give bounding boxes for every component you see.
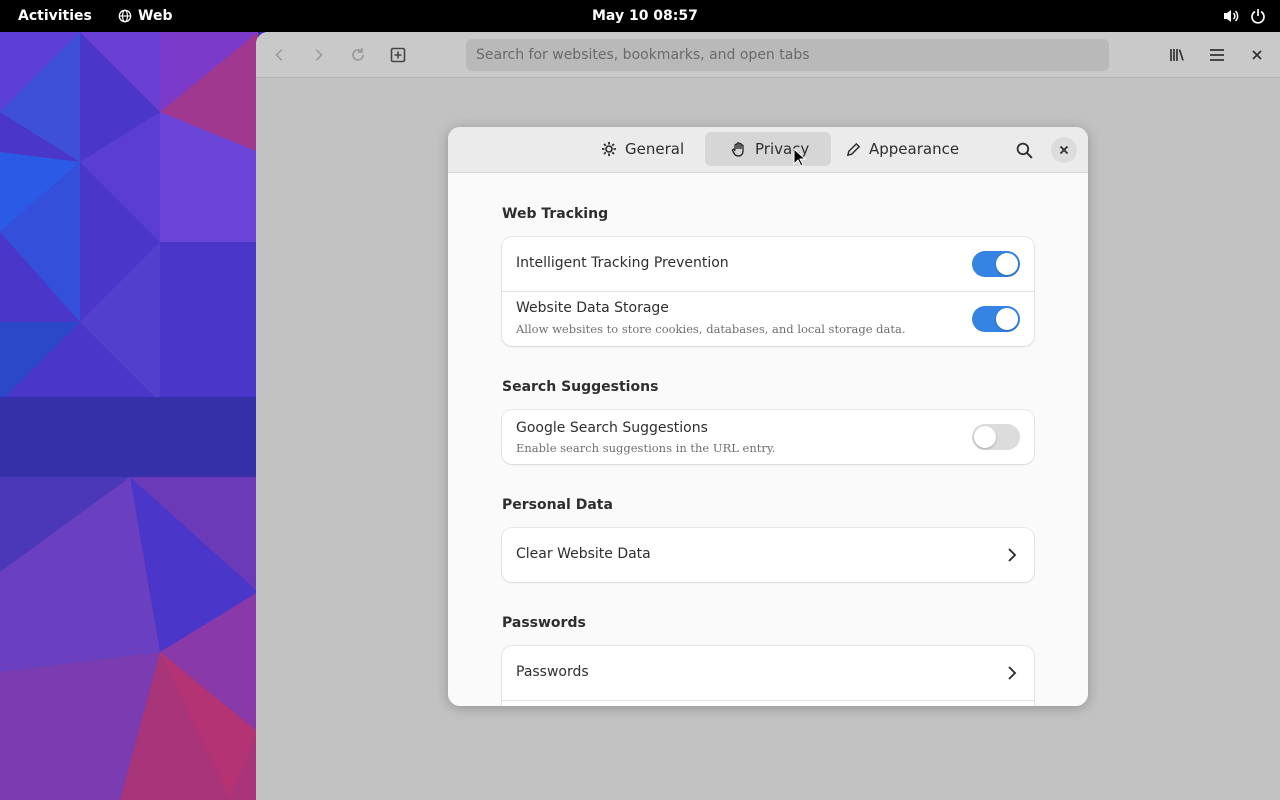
url-bar[interactable]: Search for websites, bookmarks, and open… (466, 39, 1109, 71)
switch-knob (974, 426, 996, 448)
close-icon (1252, 50, 1262, 60)
back-button[interactable] (263, 40, 297, 70)
pencil-icon (846, 142, 861, 156)
tab-privacy[interactable]: Privacy (705, 132, 831, 166)
row-divider (502, 700, 1034, 701)
app-name: Web (138, 8, 173, 24)
row-google-search-suggestions[interactable]: Google Search Suggestions Enable search … (502, 410, 1034, 464)
volume-icon (1224, 10, 1239, 22)
url-placeholder: Search for websites, bookmarks, and open… (476, 47, 810, 63)
switch-knob (996, 308, 1018, 330)
forward-icon (315, 49, 323, 61)
row-title: Clear Website Data (516, 546, 651, 562)
power-icon (1251, 9, 1265, 24)
top-bar: Activities Web May 10 08:57 (0, 0, 1280, 32)
row-intelligent-tracking-prevention[interactable]: Intelligent Tracking Prevention (502, 237, 1034, 291)
chevron-right-icon (1008, 548, 1017, 562)
website-data-storage-switch[interactable] (972, 306, 1020, 332)
library-button[interactable] (1160, 40, 1194, 70)
search-suggestions-card: Google Search Suggestions Enable search … (502, 410, 1034, 464)
mouse-cursor-icon (793, 148, 807, 167)
preferences-dialog: General Privacy Appearance Web Tracking … (448, 127, 1088, 706)
tab-general[interactable]: General (591, 132, 694, 166)
hand-icon (731, 142, 744, 157)
row-title: Google Search Suggestions (516, 420, 708, 436)
personal-data-card: Clear Website Data (502, 528, 1034, 582)
dialog-close-button[interactable] (1051, 137, 1077, 163)
row-website-data-storage[interactable]: Website Data Storage Allow websites to s… (502, 292, 1034, 346)
row-passwords[interactable]: Passwords (502, 646, 1034, 700)
activities-button[interactable]: Activities (8, 0, 102, 32)
dialog-header: General Privacy Appearance (448, 127, 1088, 173)
chevron-right-icon (1008, 666, 1017, 680)
app-menu[interactable]: Web (108, 0, 182, 32)
browser-headerbar: Search for websites, bookmarks, and open… (256, 32, 1280, 78)
reload-icon (352, 48, 364, 61)
forward-button[interactable] (301, 40, 335, 70)
section-title-personal-data: Personal Data (502, 497, 613, 513)
tab-general-label: General (625, 140, 685, 158)
menu-icon (1210, 49, 1224, 61)
close-icon (1059, 145, 1069, 155)
row-clear-website-data[interactable]: Clear Website Data (502, 528, 1034, 582)
clock[interactable]: May 10 08:57 (580, 0, 710, 32)
globe-icon (118, 9, 132, 23)
system-menu[interactable] (1216, 0, 1272, 32)
reload-button[interactable] (341, 40, 375, 70)
preferences-search-button[interactable] (1008, 135, 1040, 165)
desktop-wallpaper (0, 32, 258, 800)
section-title-search-suggestions: Search Suggestions (502, 379, 659, 395)
section-title-web-tracking: Web Tracking (502, 206, 609, 222)
back-icon (275, 49, 283, 61)
search-icon (1016, 142, 1033, 159)
new-tab-icon (390, 47, 406, 63)
switch-knob (996, 253, 1018, 275)
preferences-content: Web Tracking Intelligent Tracking Preven… (448, 173, 1088, 706)
intelligent-tracking-switch[interactable] (972, 251, 1020, 277)
section-title-passwords: Passwords (502, 615, 586, 631)
main-menu-button[interactable] (1200, 40, 1234, 70)
row-title: Website Data Storage (516, 300, 669, 316)
row-subtitle: Allow websites to store cookies, databas… (516, 322, 906, 336)
web-tracking-card: Intelligent Tracking Prevention Website … (502, 237, 1034, 346)
row-subtitle: Enable search suggestions in the URL ent… (516, 441, 776, 455)
new-tab-button[interactable] (381, 40, 415, 70)
tab-appearance-label: Appearance (869, 140, 960, 158)
google-search-suggestions-switch[interactable] (972, 424, 1020, 450)
window-close-button[interactable] (1240, 40, 1274, 70)
row-title: Passwords (516, 664, 589, 680)
row-title: Intelligent Tracking Prevention (516, 255, 729, 271)
library-icon (1170, 49, 1184, 61)
tab-appearance[interactable]: Appearance (836, 132, 969, 166)
passwords-card: Passwords (502, 646, 1034, 706)
gear-icon (602, 142, 616, 156)
